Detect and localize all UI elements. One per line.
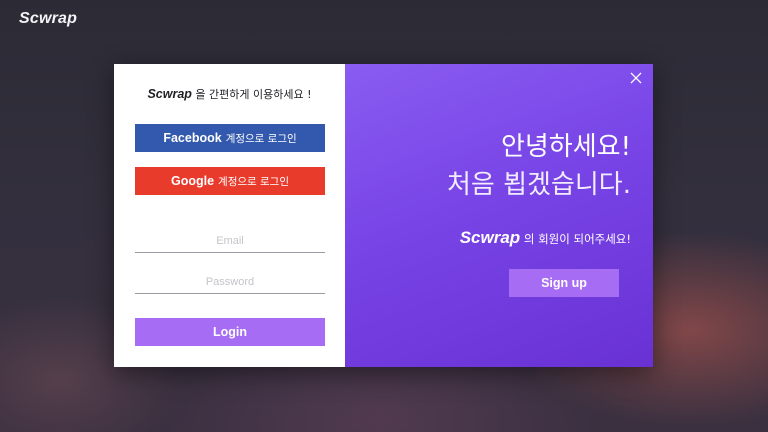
login-button[interactable]: Login: [135, 318, 325, 346]
signup-button[interactable]: Sign up: [509, 269, 619, 297]
signup-panel: 안녕하세요! 처음 뵙겠습니다. Scwrap 의 회원이 되어주세요! Sig…: [345, 64, 653, 367]
invite-text: 의 회원이 되어주세요!: [520, 232, 631, 246]
close-icon[interactable]: [628, 70, 644, 86]
login-tagline: Scwrap 을 간편하게 이용하세요 !: [114, 86, 345, 102]
invite-brand: Scwrap: [459, 228, 521, 247]
tagline-brand: Scwrap: [147, 87, 192, 101]
google-login-button[interactable]: Google 계정으로 로그인: [135, 167, 325, 195]
password-field[interactable]: [135, 271, 325, 294]
greeting-line-2: 처음 뵙겠습니다.: [447, 170, 631, 200]
app-logo[interactable]: Scwrap: [19, 10, 77, 28]
email-field[interactable]: [135, 230, 325, 253]
facebook-button-text: 계정으로 로그인: [225, 132, 297, 145]
auth-modal: Scwrap 을 간편하게 이용하세요 ! Facebook 계정으로 로그인 …: [114, 64, 653, 367]
login-panel: Scwrap 을 간편하게 이용하세요 ! Facebook 계정으로 로그인 …: [114, 64, 345, 367]
facebook-button-brand: Facebook: [163, 131, 222, 145]
greeting-line-1: 안녕하세요!: [500, 132, 631, 162]
signup-invite: Scwrap 의 회원이 되어주세요!: [460, 228, 631, 248]
tagline-text: 을 간편하게 이용하세요 !: [191, 88, 312, 101]
google-button-brand: Google: [170, 174, 215, 188]
facebook-login-button[interactable]: Facebook 계정으로 로그인: [135, 124, 325, 152]
greeting: 안녕하세요! 처음 뵙겠습니다.: [447, 128, 631, 204]
google-button-text: 계정으로 로그인: [218, 175, 290, 188]
